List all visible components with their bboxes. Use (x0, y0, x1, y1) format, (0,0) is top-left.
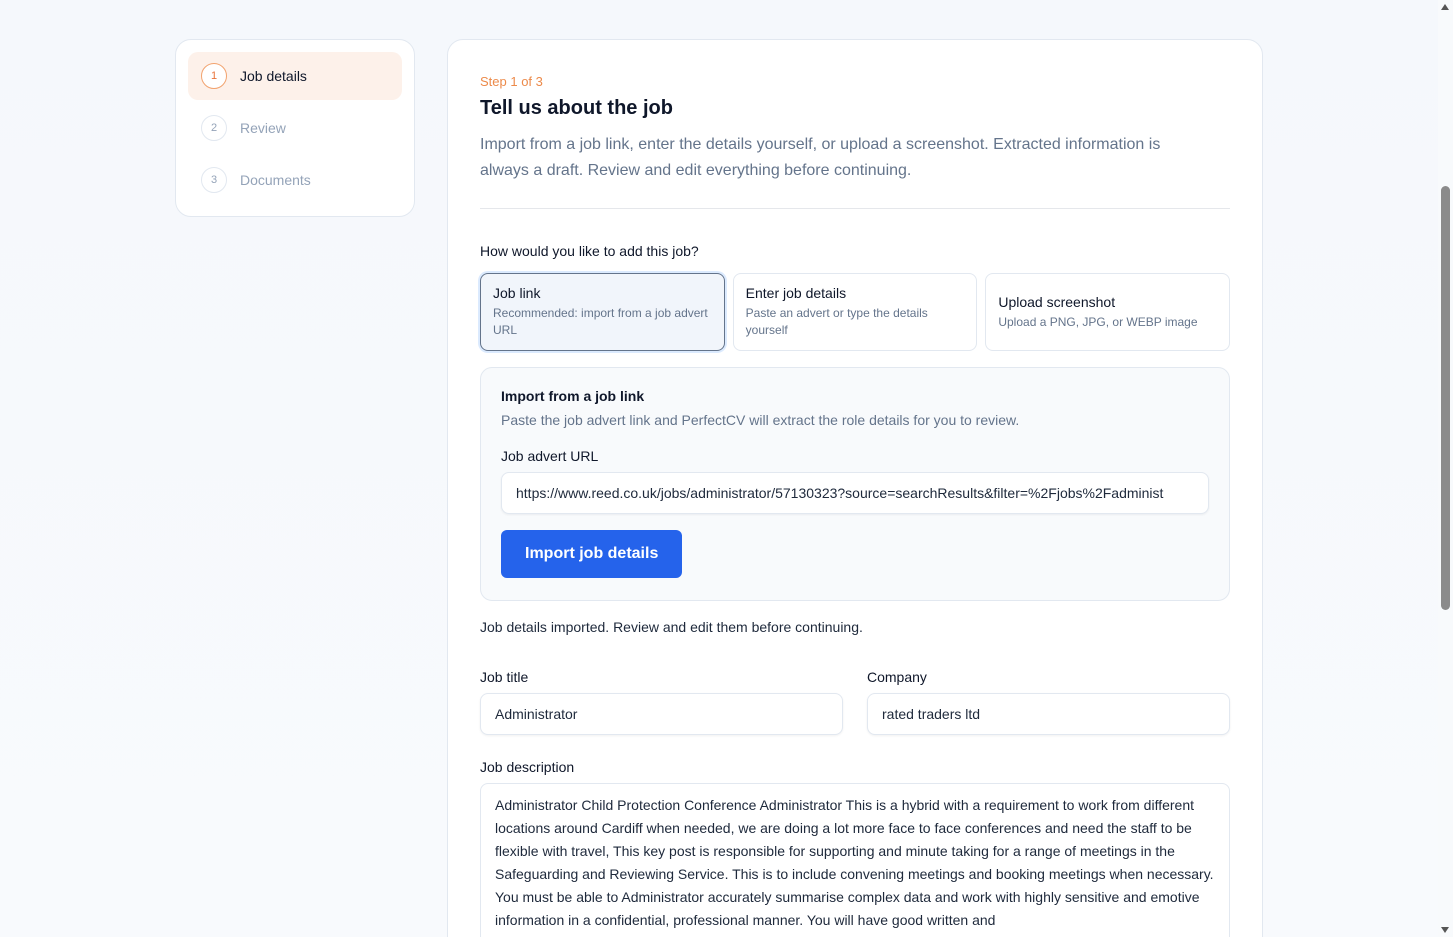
job-title-group: Job title (480, 669, 843, 735)
option-description: Paste an advert or type the details your… (745, 306, 928, 337)
panel-title: Import from a job link (501, 388, 645, 404)
scroll-up-arrow-icon[interactable] (1441, 4, 1449, 10)
scroll-down-arrow-icon[interactable] (1441, 927, 1449, 933)
step-indicator: Step 1 of 3 (480, 74, 543, 89)
import-link-panel: Import from a job link Paste the job adv… (480, 367, 1230, 601)
option-title: Enter job details (745, 285, 847, 301)
company-label: Company (867, 669, 927, 685)
step-label: Review (240, 120, 286, 136)
job-description-textarea[interactable]: Administrator Child Protection Conferenc… (480, 783, 1230, 937)
page-subtitle: Import from a job link, enter the detail… (480, 136, 1161, 179)
job-description-label: Job description (480, 759, 575, 775)
step-number: 3 (201, 167, 227, 193)
option-title: Upload screenshot (998, 293, 1116, 310)
step-job-details[interactable]: 1 Job details (188, 52, 402, 100)
company-input[interactable] (867, 693, 1230, 735)
option-description: Recommended: import from a job advert UR… (493, 306, 708, 337)
panel-description: Paste the job advert link and PerfectCV … (501, 412, 1020, 428)
method-options: Job link Recommended: import from a job … (480, 273, 1231, 351)
import-status-message: Job details imported. Review and edit th… (480, 619, 863, 635)
option-title: Job link (493, 285, 541, 301)
option-upload-screenshot[interactable]: Upload screenshot Upload a PNG, JPG, or … (985, 273, 1231, 351)
step-navigator: 1 Job details 2 Review 3 Documents (175, 39, 415, 217)
option-description: Upload a PNG, JPG, or WEBP image (998, 314, 1198, 329)
job-url-input[interactable] (501, 472, 1209, 514)
page-scrollbar[interactable] (1438, 0, 1453, 937)
page-title: Tell us about the job (480, 97, 673, 119)
divider (480, 208, 1230, 209)
step-number: 2 (201, 115, 227, 141)
url-label: Job advert URL (501, 448, 599, 464)
step-label: Documents (240, 172, 311, 188)
step-number: 1 (201, 63, 227, 89)
title-company-row: Job title Company (480, 669, 1230, 735)
step-label: Job details (240, 68, 307, 84)
option-enter-details[interactable]: Enter job details Paste an advert or typ… (732, 273, 978, 351)
scrollbar-thumb[interactable] (1441, 186, 1450, 610)
job-title-label: Job title (480, 669, 529, 685)
step-review[interactable]: 2 Review (188, 104, 402, 152)
import-job-details-button[interactable]: Import job details (501, 530, 683, 578)
company-group: Company (867, 669, 1230, 735)
job-details-card: Step 1 of 3 Tell us about the job Import… (447, 39, 1263, 937)
method-question: How would you like to add this job? (480, 243, 699, 259)
job-title-input[interactable] (480, 693, 843, 735)
option-job-link[interactable]: Job link Recommended: import from a job … (480, 273, 725, 351)
step-documents[interactable]: 3 Documents (188, 156, 402, 204)
